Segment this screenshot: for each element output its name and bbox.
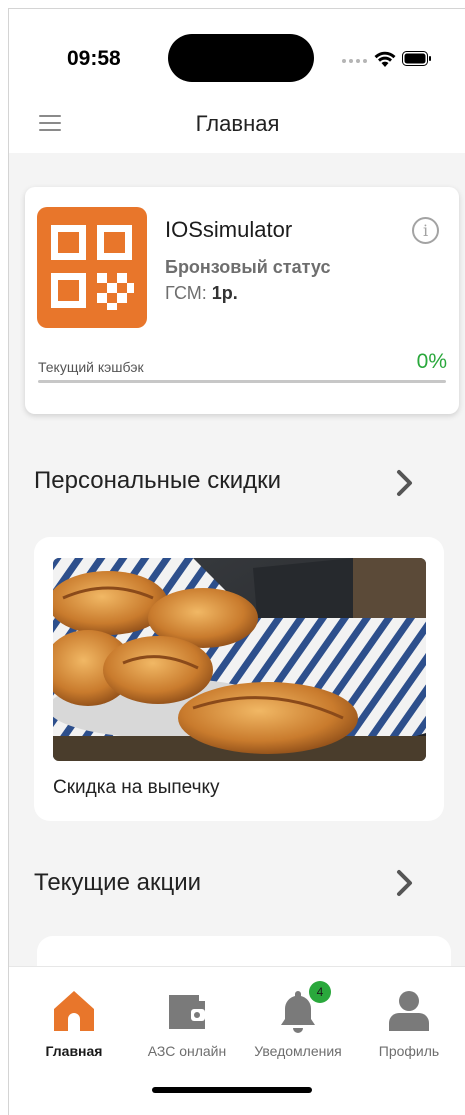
- notification-badge: 4: [309, 981, 331, 1003]
- cashback-value: 0%: [416, 350, 447, 373]
- user-icon: [389, 991, 429, 1031]
- personal-discounts-title[interactable]: Персональные скидки: [34, 467, 281, 495]
- dynamic-island: [168, 34, 314, 82]
- gsm-balance: ГСМ: 1р.: [165, 283, 238, 304]
- loyalty-card[interactable]: IOSsimulator i Бронзовый статус ГСМ: 1р.…: [25, 187, 459, 414]
- home-icon: [54, 991, 94, 1031]
- app-screen: 09:58 Главная IOSsimulator i Бронзовый с…: [8, 8, 465, 1115]
- home-indicator[interactable]: [152, 1087, 312, 1093]
- chevron-right-icon[interactable]: [395, 469, 415, 497]
- info-icon[interactable]: i: [412, 217, 439, 244]
- tab-label: Главная: [45, 1043, 103, 1059]
- discount-card[interactable]: Скидка на выпечку: [34, 537, 444, 821]
- gsm-value: 1р.: [211, 283, 238, 303]
- status-time: 09:58: [67, 47, 121, 70]
- gsm-label: ГСМ:: [165, 283, 207, 303]
- tab-label: Уведомления: [254, 1043, 342, 1059]
- chevron-right-icon[interactable]: [395, 869, 415, 897]
- tab-home[interactable]: Главная: [17, 967, 131, 1077]
- wifi-icon: [374, 51, 396, 67]
- signal-icon: [342, 59, 368, 65]
- cashback-label: Текущий кэшбэк: [38, 359, 144, 375]
- tab-gas-station-online[interactable]: АЗС онлайн: [130, 967, 244, 1077]
- current-promos-title[interactable]: Текущие акции: [34, 869, 201, 897]
- page-title: Главная: [195, 111, 280, 136]
- qr-code-icon[interactable]: [37, 207, 147, 328]
- battery-icon: [402, 51, 431, 66]
- loyalty-status: Бронзовый статус: [165, 257, 331, 277]
- status-bar: 09:58: [9, 9, 465, 95]
- tab-profile[interactable]: Профиль: [352, 967, 465, 1077]
- cashback-progress-bar: [38, 380, 446, 383]
- tab-label: АЗС онлайн: [147, 1043, 227, 1059]
- croissants-photo[interactable]: [53, 558, 426, 761]
- wallet-icon: [169, 995, 205, 1029]
- user-name: IOSsimulator: [165, 217, 293, 242]
- tab-label: Профиль: [378, 1043, 440, 1059]
- discount-caption: Скидка на выпечку: [53, 777, 220, 798]
- app-header: Главная: [9, 95, 465, 153]
- tab-notifications[interactable]: 4 Уведомления: [241, 967, 355, 1077]
